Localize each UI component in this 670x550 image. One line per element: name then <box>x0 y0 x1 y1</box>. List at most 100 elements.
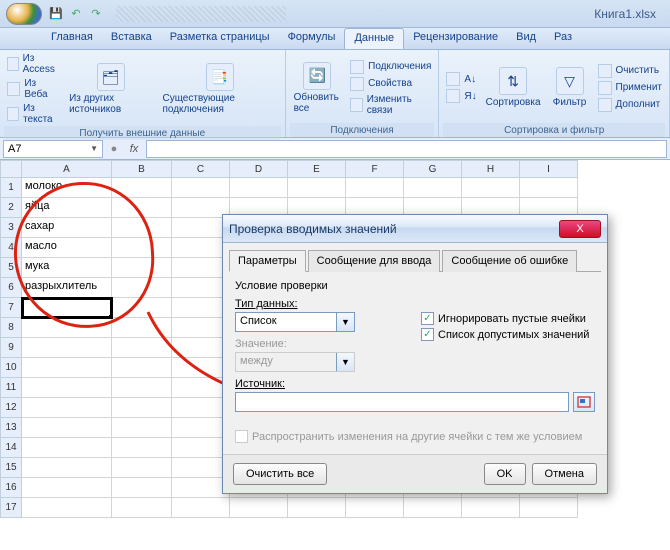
dialog-tab-input-msg[interactable]: Сообщение для ввода <box>308 250 441 272</box>
edit-links-button[interactable]: Изменить связи <box>347 93 434 117</box>
from-text-button[interactable]: Из текста <box>4 102 63 126</box>
row-header[interactable]: 10 <box>0 358 22 378</box>
cell[interactable] <box>520 498 578 518</box>
col-header-b[interactable]: B <box>112 160 172 178</box>
cell[interactable] <box>112 238 172 258</box>
cell[interactable] <box>112 218 172 238</box>
cell[interactable] <box>112 258 172 278</box>
cell[interactable] <box>288 178 346 198</box>
dialog-titlebar[interactable]: Проверка вводимых значений X <box>223 215 607 243</box>
select-all-corner[interactable] <box>0 160 22 178</box>
properties-button[interactable]: Свойства <box>347 76 434 92</box>
cell[interactable] <box>172 178 230 198</box>
cell[interactable] <box>404 498 462 518</box>
cell[interactable] <box>112 498 172 518</box>
col-header-i[interactable]: I <box>520 160 578 178</box>
tab-layout[interactable]: Разметка страницы <box>161 28 279 49</box>
row-header[interactable]: 6 <box>0 278 22 298</box>
cell[interactable] <box>112 358 172 378</box>
row-header[interactable]: 17 <box>0 498 22 518</box>
name-box[interactable]: A7 ▼ <box>3 140 103 158</box>
row-header[interactable]: 12 <box>0 398 22 418</box>
cell[interactable]: яйца <box>22 198 112 218</box>
clear-all-button[interactable]: Очистить все <box>233 463 327 485</box>
cell[interactable] <box>22 498 112 518</box>
cell[interactable] <box>22 318 112 338</box>
sort-asc-button[interactable]: А↓ <box>443 71 479 87</box>
cell[interactable]: сахар <box>22 218 112 238</box>
cell[interactable] <box>520 178 578 198</box>
cell[interactable]: молоко <box>22 178 112 198</box>
dialog-tab-error-msg[interactable]: Сообщение об ошибке <box>442 250 577 272</box>
tab-dev[interactable]: Раз <box>545 28 581 49</box>
row-header[interactable]: 14 <box>0 438 22 458</box>
range-picker-button[interactable] <box>573 392 595 412</box>
office-button[interactable] <box>6 3 42 25</box>
cell[interactable] <box>22 378 112 398</box>
sort-desc-button[interactable]: Я↓ <box>443 88 479 104</box>
cell[interactable] <box>112 438 172 458</box>
clear-filter-button[interactable]: Очистить <box>595 63 665 79</box>
refresh-all-button[interactable]: 🔄Обновить все <box>290 52 346 123</box>
tab-review[interactable]: Рецензирование <box>404 28 507 49</box>
cell[interactable] <box>112 378 172 398</box>
cell[interactable]: мука <box>22 258 112 278</box>
undo-icon[interactable]: ↶ <box>68 6 84 22</box>
col-header-f[interactable]: F <box>346 160 404 178</box>
row-header[interactable]: 15 <box>0 458 22 478</box>
col-header-c[interactable]: C <box>172 160 230 178</box>
tab-data[interactable]: Данные <box>344 28 404 49</box>
cell[interactable] <box>22 338 112 358</box>
from-web-button[interactable]: Из Веба <box>4 77 63 101</box>
row-header[interactable]: 1 <box>0 178 22 198</box>
col-header-d[interactable]: D <box>230 160 288 178</box>
cell[interactable] <box>112 418 172 438</box>
allow-type-select[interactable]: Список ▼ <box>235 312 355 332</box>
cell[interactable] <box>230 178 288 198</box>
tab-view[interactable]: Вид <box>507 28 545 49</box>
row-header[interactable]: 8 <box>0 318 22 338</box>
row-header[interactable]: 13 <box>0 418 22 438</box>
name-box-dropdown-icon[interactable]: ▼ <box>90 144 98 153</box>
cell[interactable] <box>112 318 172 338</box>
cell[interactable] <box>112 478 172 498</box>
tab-formulas[interactable]: Формулы <box>279 28 345 49</box>
row-header[interactable]: 2 <box>0 198 22 218</box>
filter-button[interactable]: ▽Фильтр <box>547 52 593 123</box>
col-header-e[interactable]: E <box>288 160 346 178</box>
formula-input[interactable] <box>146 140 667 158</box>
cell[interactable] <box>112 198 172 218</box>
connections-button[interactable]: Подключения <box>347 59 434 75</box>
cell[interactable] <box>462 498 520 518</box>
row-header[interactable]: 5 <box>0 258 22 278</box>
cell[interactable] <box>22 478 112 498</box>
cell[interactable] <box>22 418 112 438</box>
in-cell-dropdown-checkbox[interactable]: ✓ Список допустимых значений <box>421 328 595 341</box>
dialog-tab-params[interactable]: Параметры <box>229 250 306 272</box>
row-header[interactable]: 3 <box>0 218 22 238</box>
row-header[interactable]: 16 <box>0 478 22 498</box>
source-input[interactable] <box>235 392 569 412</box>
cell[interactable]: разрыхлитель <box>22 278 112 298</box>
ok-button[interactable]: OK <box>484 463 526 485</box>
cell[interactable] <box>230 498 288 518</box>
cancel-button[interactable]: Отмена <box>532 463 597 485</box>
cell[interactable] <box>112 458 172 478</box>
col-header-g[interactable]: G <box>404 160 462 178</box>
row-header[interactable]: 4 <box>0 238 22 258</box>
existing-connections-button[interactable]: 📑Существующие подключения <box>158 52 280 126</box>
tab-insert[interactable]: Вставка <box>102 28 161 49</box>
cell[interactable] <box>404 178 462 198</box>
redo-icon[interactable]: ↷ <box>88 6 104 22</box>
row-header[interactable]: 9 <box>0 338 22 358</box>
cell[interactable] <box>112 278 172 298</box>
row-header[interactable]: 7 <box>0 298 22 318</box>
cell[interactable] <box>288 498 346 518</box>
cell[interactable] <box>346 178 404 198</box>
other-sources-button[interactable]: 🗂Из других источников <box>65 52 156 126</box>
cell[interactable] <box>112 178 172 198</box>
cell[interactable] <box>22 458 112 478</box>
cell[interactable] <box>462 178 520 198</box>
cell[interactable] <box>22 438 112 458</box>
from-access-button[interactable]: Из Access <box>4 52 63 76</box>
